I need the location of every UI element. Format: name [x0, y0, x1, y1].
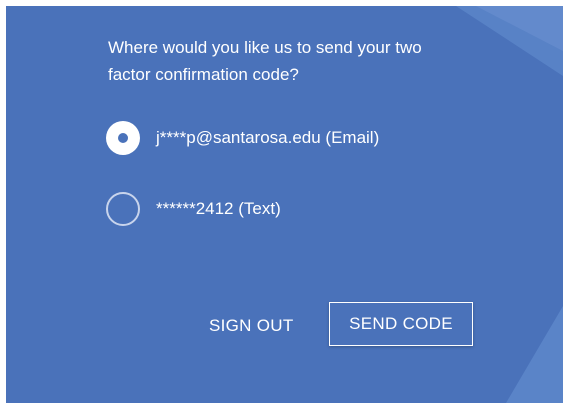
option-email[interactable]: j****p@santarosa.edu (Email) [106, 121, 379, 155]
text-radio-button[interactable] [106, 192, 140, 226]
send-code-button[interactable]: SEND CODE [329, 302, 473, 346]
prompt-line-1: Where would you like us to send your two [108, 38, 422, 57]
email-option-label: j****p@santarosa.edu (Email) [156, 128, 380, 147]
two-factor-panel: Where would you like us to send your two… [6, 6, 563, 403]
text-option-label: ******2412 (Text) [156, 199, 281, 218]
prompt-text: Where would you like us to send your two… [108, 34, 508, 88]
option-text[interactable]: ******2412 (Text) [106, 192, 281, 226]
bottom-right-facet [506, 306, 563, 403]
sign-out-button[interactable]: SIGN OUT [205, 314, 298, 338]
prompt-line-2: factor confirmation code? [108, 65, 299, 84]
email-radio-button[interactable] [106, 121, 140, 155]
page-frame: Where would you like us to send your two… [0, 0, 569, 410]
